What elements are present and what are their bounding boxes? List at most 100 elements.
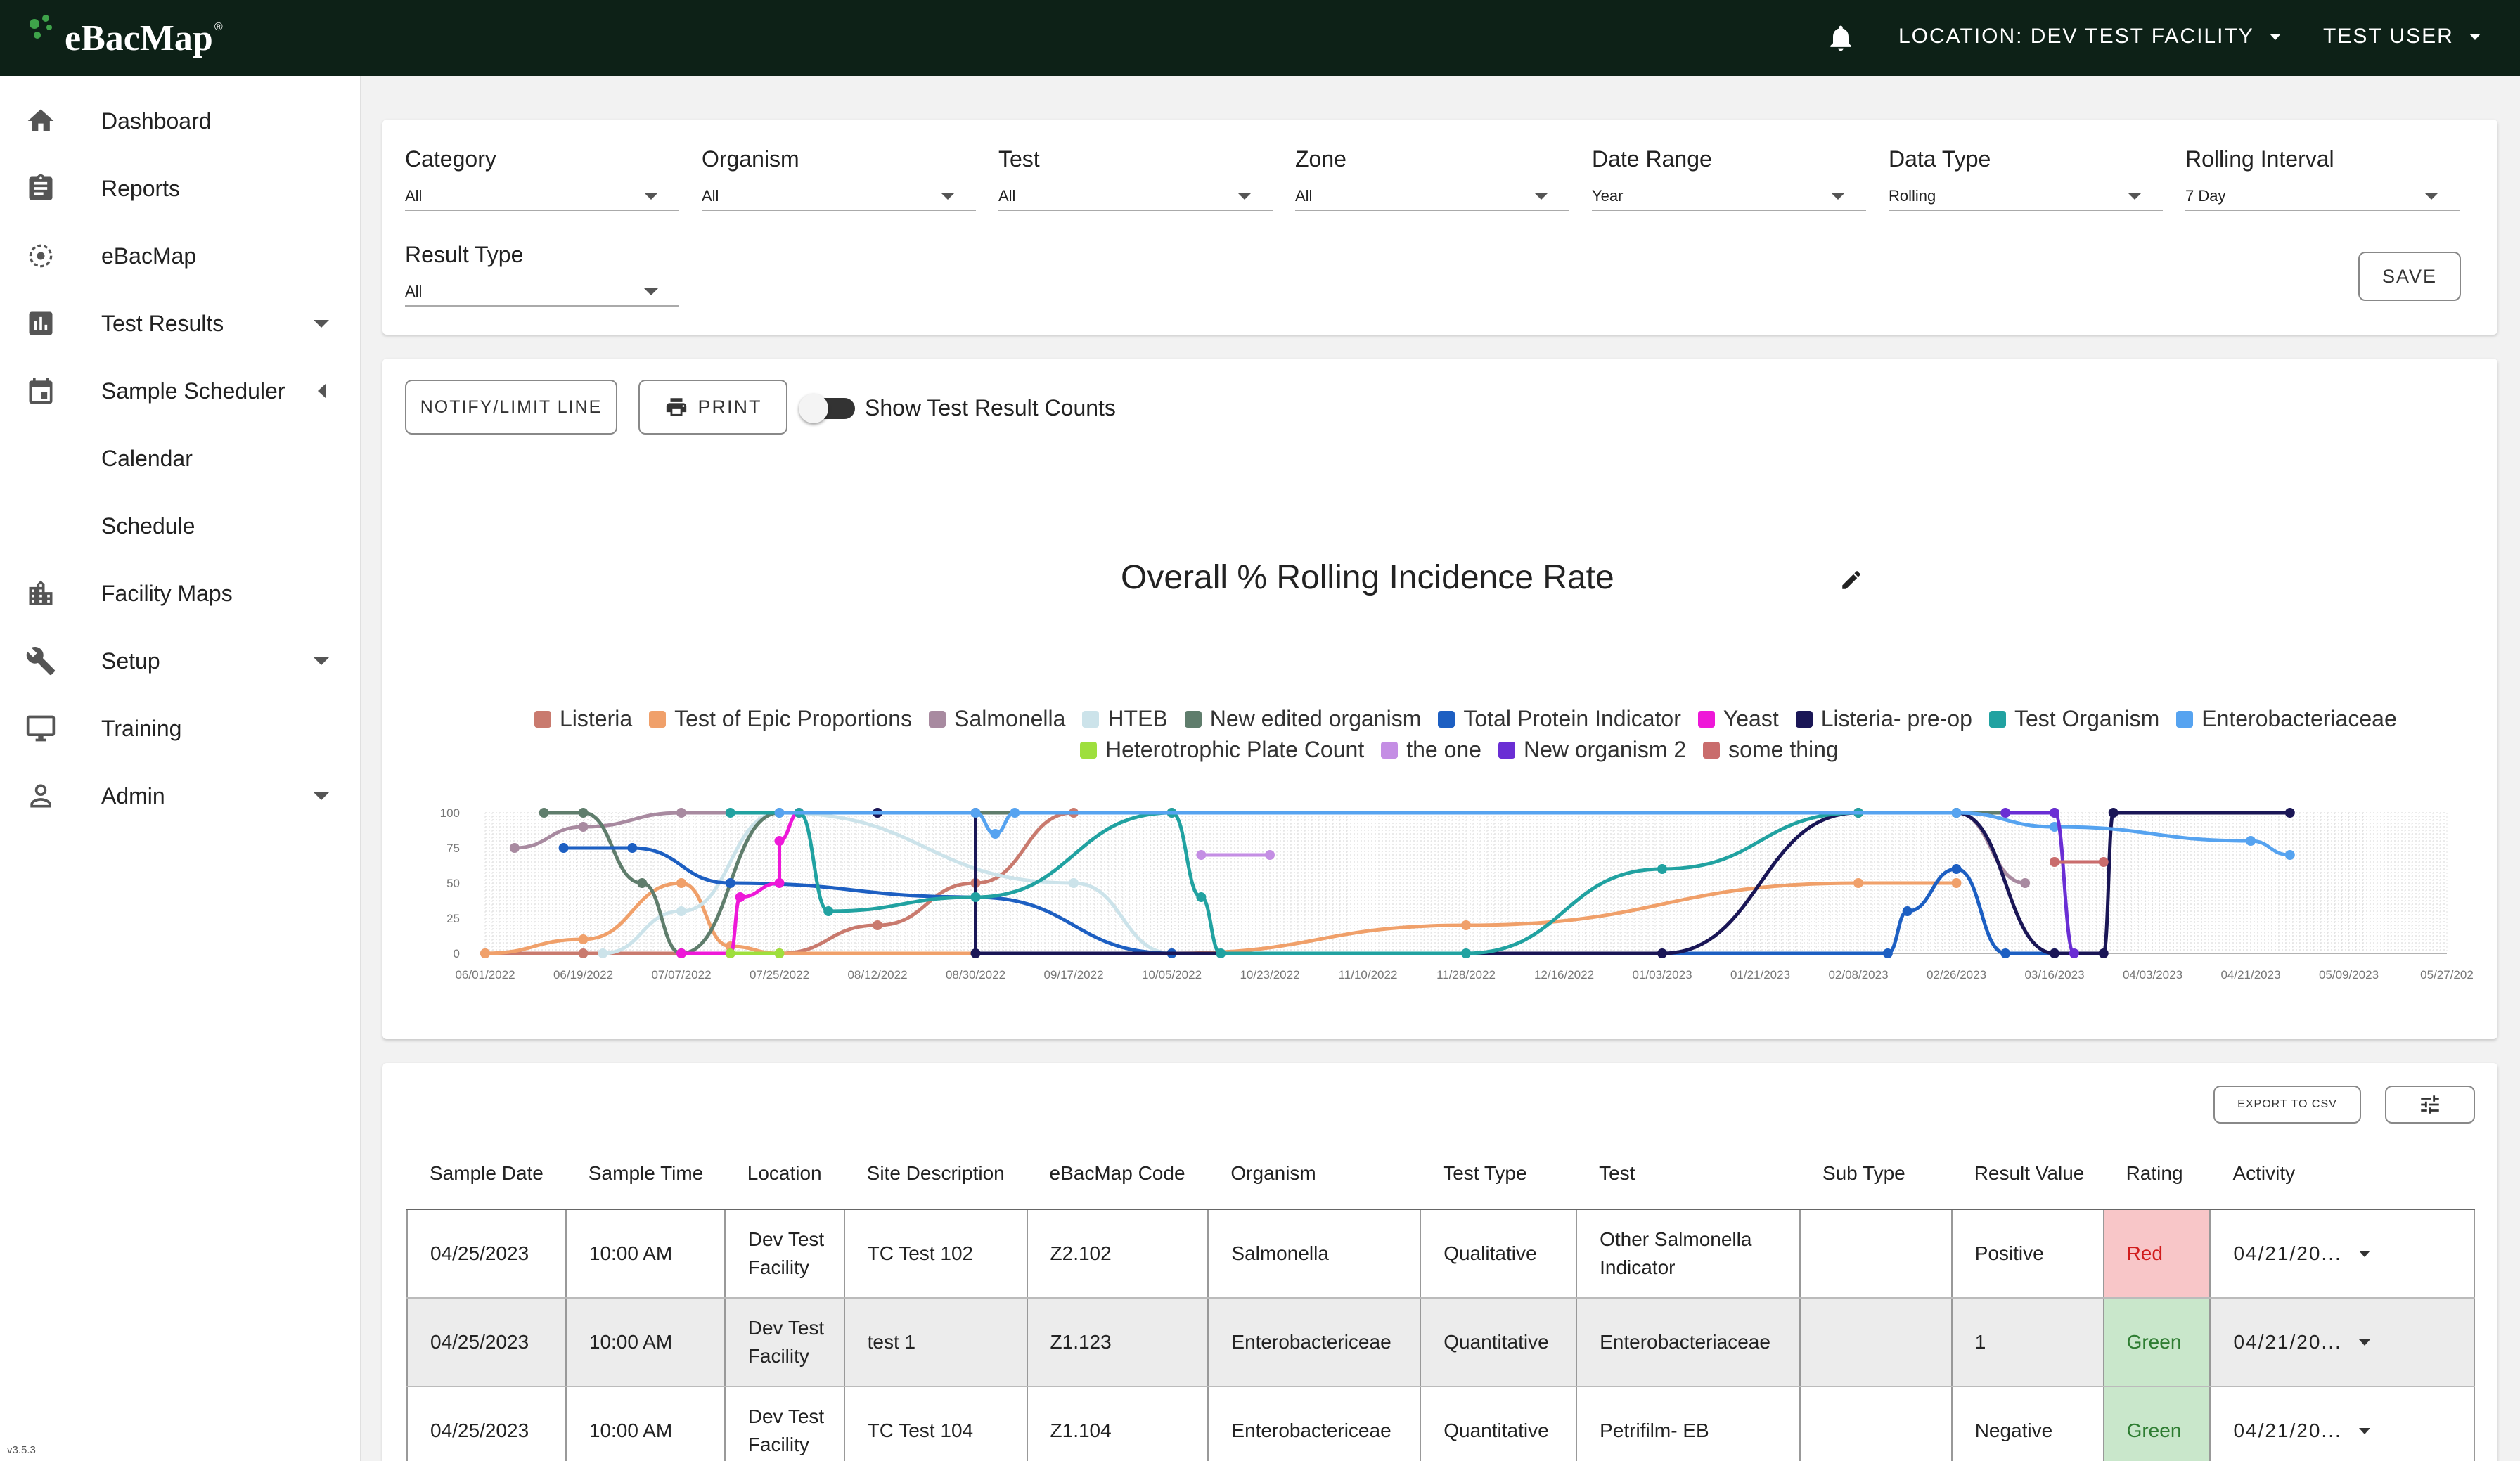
- filter-organism[interactable]: Organism All: [702, 146, 976, 211]
- location-selector[interactable]: LOCATION: DEV TEST FACILITY: [1898, 21, 2281, 52]
- sidebar-item-reports[interactable]: Reports: [0, 155, 361, 222]
- show-counts-toggle[interactable]: [799, 394, 855, 423]
- filter-zone[interactable]: Zone All: [1295, 146, 1569, 211]
- y-tick-label: 50: [446, 877, 460, 890]
- sidebar-item-ebacmap[interactable]: eBacMap: [0, 222, 361, 290]
- sidebar-item-training[interactable]: Training: [0, 695, 361, 762]
- building-icon: [29, 580, 53, 605]
- col-sub-type[interactable]: Sub Type: [1799, 1138, 1952, 1210]
- col-sample-time[interactable]: Sample Time: [565, 1138, 725, 1210]
- col-result-value[interactable]: Result Value: [1951, 1138, 2104, 1210]
- cell-activity[interactable]: 04/21/20...: [2210, 1298, 2475, 1387]
- cell-activity[interactable]: 04/21/20...: [2210, 1386, 2475, 1461]
- table-row[interactable]: 04/25/2023 10:00 AM Dev Test Facility TC…: [406, 1209, 2475, 1299]
- filter-select[interactable]: Year: [1592, 180, 1866, 211]
- sidebar-item-sample-scheduler[interactable]: Sample Scheduler: [0, 357, 361, 425]
- cell-organism: Enterobactericeae: [1208, 1298, 1422, 1387]
- filter-select[interactable]: All: [998, 180, 1273, 211]
- edit-pencil-icon[interactable]: [1839, 568, 1863, 592]
- legend-item[interactable]: Enterobacteriaceae: [2176, 706, 2397, 732]
- activity-value: 04/21/20...: [2233, 1331, 2342, 1353]
- legend-item[interactable]: Salmonella: [929, 706, 1065, 732]
- data-point-enterobacteriaceae: [2246, 836, 2256, 846]
- filter-date-range[interactable]: Date Range Year: [1592, 146, 1866, 211]
- dropdown-arrow-icon[interactable]: [2358, 1427, 2370, 1434]
- x-tick-label: 03/16/2023: [2024, 968, 2084, 981]
- legend-item[interactable]: Listeria- pre-op: [1795, 706, 1972, 732]
- legend-swatch: [1703, 741, 1721, 759]
- filter-data-type[interactable]: Data Type Rolling: [1889, 146, 2163, 211]
- col-test[interactable]: Test: [1576, 1138, 1800, 1210]
- legend-item[interactable]: Yeast: [1697, 706, 1779, 732]
- col-test-type[interactable]: Test Type: [1420, 1138, 1577, 1210]
- filter-result-type[interactable]: Result Type All: [405, 242, 679, 307]
- data-point-enterobacteriaceae: [1010, 808, 1020, 818]
- data-point-yeast: [774, 878, 785, 888]
- legend-item[interactable]: HTEB: [1082, 706, 1168, 732]
- legend-item[interactable]: Listeria: [534, 706, 632, 732]
- data-point-enterobacteriaceae: [2284, 850, 2295, 860]
- dropdown-arrow-icon[interactable]: [2358, 1250, 2370, 1257]
- col-rating[interactable]: Rating: [2103, 1138, 2211, 1210]
- sidebar-item-facility-maps[interactable]: Facility Maps: [0, 560, 361, 627]
- legend-item[interactable]: Heterotrophic Plate Count: [1080, 737, 1364, 763]
- dropdown-arrow-icon: [1831, 193, 1845, 200]
- app-logo[interactable]: eBacMap ®: [25, 11, 223, 65]
- x-tick-label: 10/05/2022: [1142, 968, 1202, 981]
- sidebar-item-setup[interactable]: Setup: [0, 627, 361, 695]
- notify-limit-line-button[interactable]: NOTIFY/LIMIT LINE: [405, 380, 617, 435]
- x-tick-label: 04/21/2023: [2220, 968, 2280, 981]
- legend-item[interactable]: some thing: [1703, 737, 1839, 763]
- filter-select[interactable]: All: [702, 180, 976, 211]
- filter-category[interactable]: Category All: [405, 146, 679, 211]
- filter-select[interactable]: All: [405, 276, 679, 307]
- filter-select[interactable]: Rolling: [1889, 180, 2163, 211]
- legend-item[interactable]: Test Organism: [1988, 706, 2159, 732]
- data-point-new-edited-organism: [539, 808, 549, 818]
- legend-item[interactable]: Test of Epic Proportions: [649, 706, 912, 732]
- cell-site-description: TC Test 104: [844, 1386, 1028, 1461]
- sidebar-item-schedule[interactable]: Schedule: [0, 492, 361, 560]
- legend-item[interactable]: New edited organism: [1184, 706, 1421, 732]
- sidebar-item-test-results[interactable]: Test Results: [0, 290, 361, 357]
- legend-item[interactable]: New organism 2: [1498, 737, 1686, 763]
- col-ebacmap-code[interactable]: eBacMap Code: [1027, 1138, 1209, 1210]
- filter-rolling-interval[interactable]: Rolling Interval 7 Day: [2185, 146, 2460, 211]
- x-tick-label: 02/26/2023: [1927, 968, 1986, 981]
- legend-swatch: [1080, 741, 1097, 759]
- legend-swatch: [2176, 710, 2194, 728]
- col-sample-date[interactable]: Sample Date: [407, 1138, 566, 1210]
- legend-item[interactable]: Total Protein Indicator: [1438, 706, 1681, 732]
- col-location[interactable]: Location: [724, 1138, 844, 1210]
- export-csv-button[interactable]: EXPORT TO CSV: [2213, 1086, 2361, 1124]
- table-row[interactable]: 04/25/2023 10:00 AM Dev Test Facility te…: [406, 1298, 2475, 1387]
- notification-bell-icon[interactable]: [1825, 22, 1856, 53]
- legend-swatch: [1381, 741, 1399, 759]
- user-menu[interactable]: TEST USER: [2323, 21, 2481, 52]
- column-settings-button[interactable]: [2385, 1086, 2475, 1124]
- print-button[interactable]: PRINT: [638, 380, 788, 435]
- cell-rating: Red: [2103, 1209, 2211, 1299]
- cell-sub-type: [1799, 1298, 1953, 1387]
- filter-select[interactable]: All: [1295, 180, 1569, 211]
- col-organism[interactable]: Organism: [1208, 1138, 1421, 1210]
- legend-swatch: [929, 710, 946, 728]
- legend-label: Enterobacteriaceae: [2201, 706, 2397, 731]
- sidebar-item-admin[interactable]: Admin: [0, 762, 361, 830]
- save-button[interactable]: SAVE: [2358, 252, 2461, 301]
- sidebar-item-dashboard[interactable]: Dashboard: [0, 87, 361, 155]
- legend-label: Total Protein Indicator: [1463, 706, 1681, 731]
- col-activity[interactable]: Activity: [2210, 1138, 2474, 1210]
- data-point-yeast: [774, 836, 785, 846]
- filter-test[interactable]: Test All: [998, 146, 1273, 211]
- cell-activity[interactable]: 04/21/20...: [2210, 1209, 2475, 1299]
- col-site-description[interactable]: Site Description: [844, 1138, 1027, 1210]
- sidebar-item-calendar[interactable]: Calendar: [0, 425, 361, 492]
- dropdown-arrow-icon[interactable]: [2358, 1339, 2370, 1346]
- x-tick-label: 07/25/2022: [750, 968, 809, 981]
- table-row[interactable]: 04/25/2023 10:00 AM Dev Test Facility TC…: [406, 1386, 2475, 1461]
- filter-select[interactable]: All: [405, 180, 679, 211]
- legend-item[interactable]: the one: [1381, 737, 1481, 763]
- test-results-table: Sample Date Sample Time Location Site De…: [406, 1138, 2475, 1461]
- filter-select[interactable]: 7 Day: [2185, 180, 2460, 211]
